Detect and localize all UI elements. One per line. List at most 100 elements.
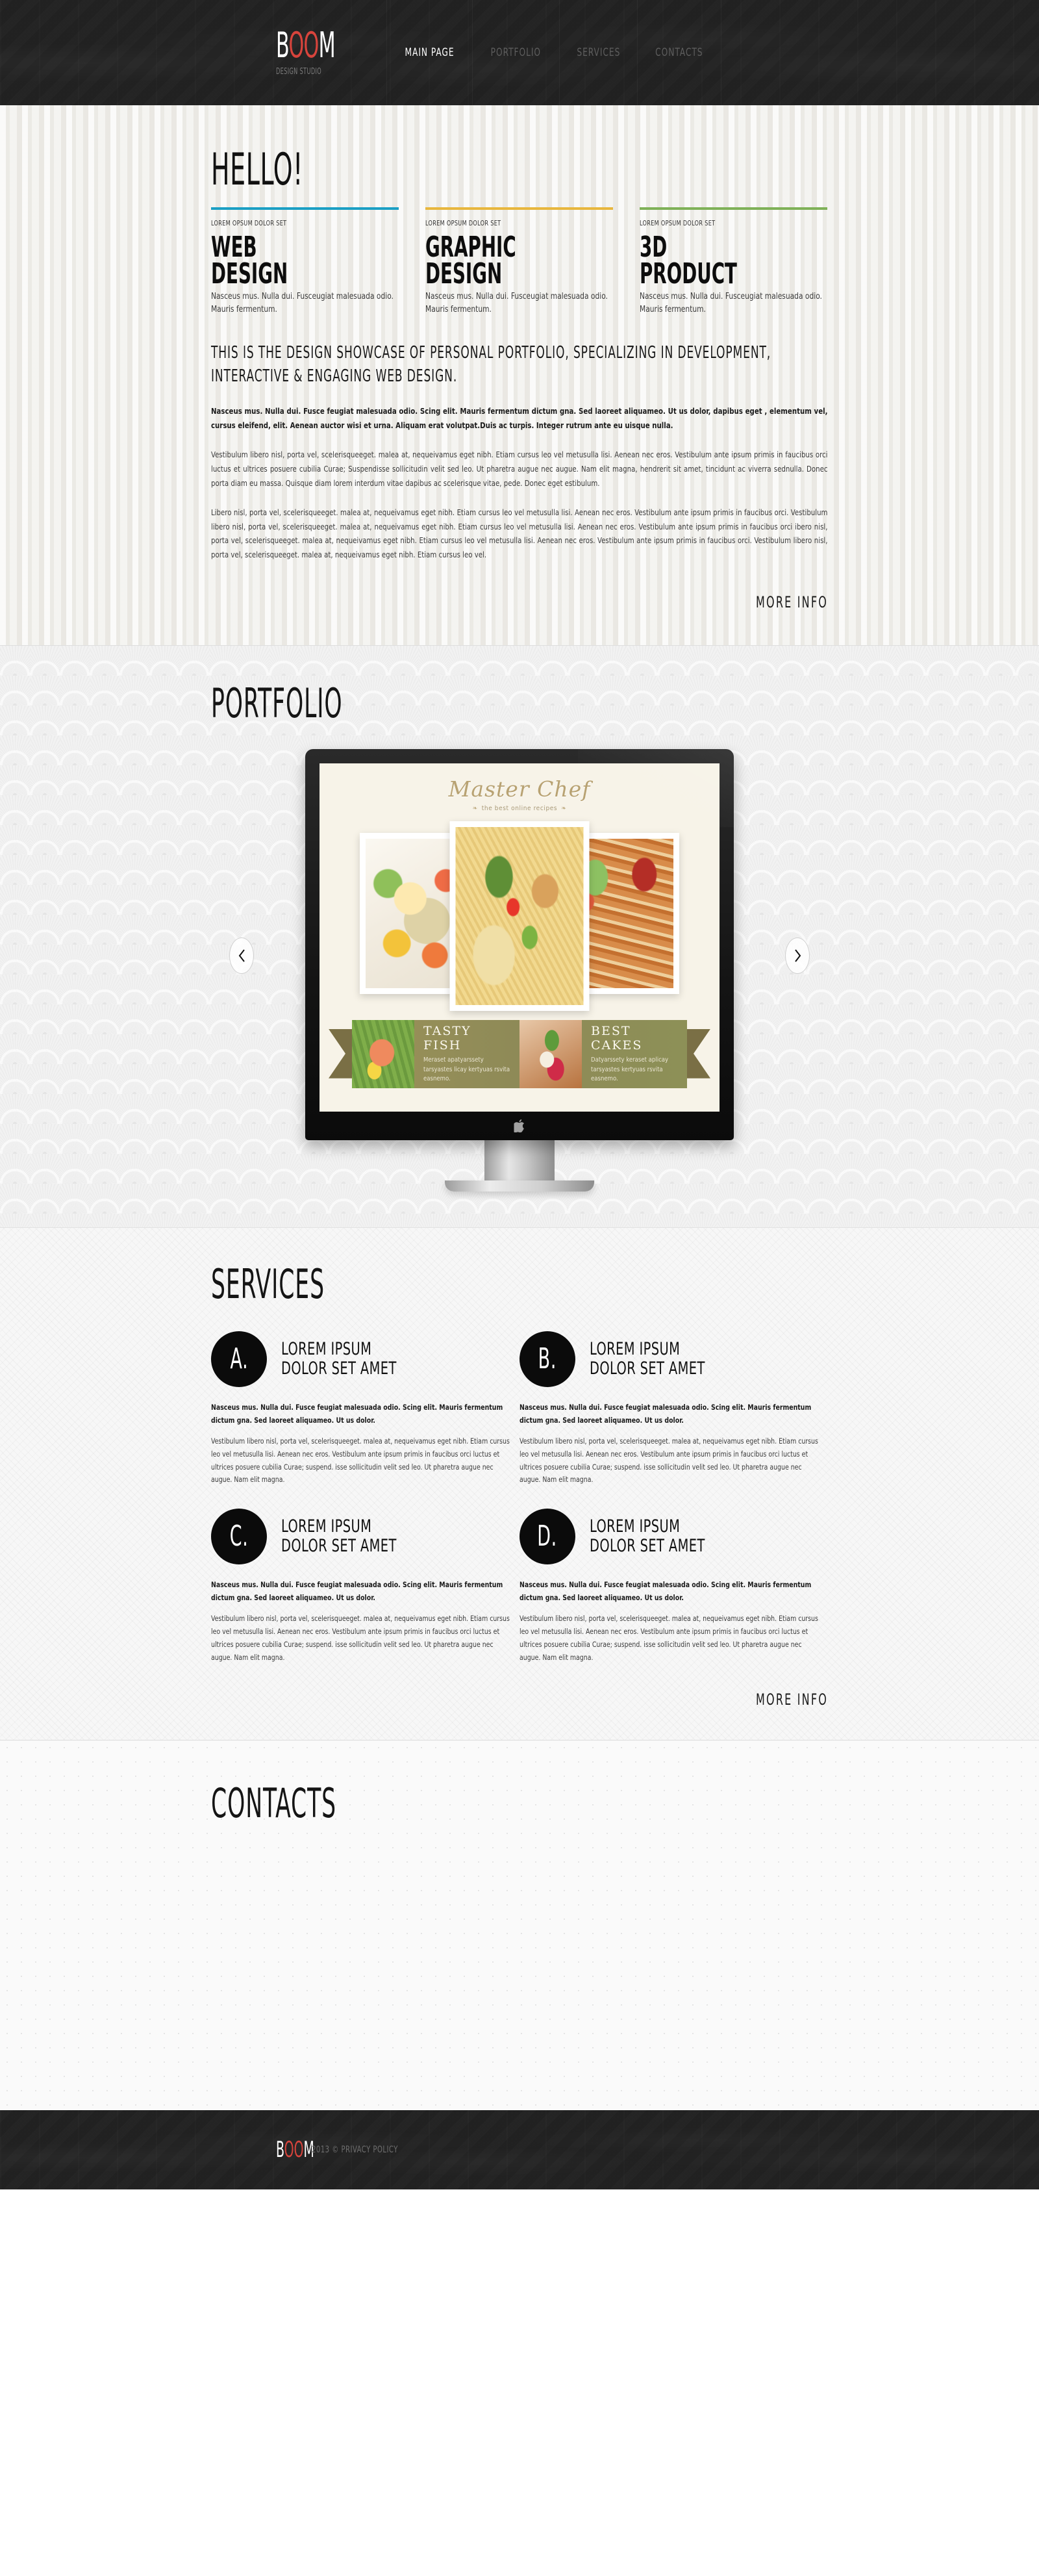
slider-prev-button[interactable]	[229, 937, 254, 974]
ribbon-cell-best-cakes[interactable]: BEST CAKES Datyarssety keraset aplicay t…	[520, 1019, 687, 1088]
showcase-gallery	[319, 821, 720, 1011]
nav-item-contacts[interactable]: CONTACTS	[637, 0, 722, 105]
showcase-brand-title: Master Chef	[448, 776, 591, 802]
showcase-ribbon: TASTY FISH Meraset apatyarssety tarsyast…	[319, 1019, 720, 1088]
service-lead-text: Nasceus mus. Nulla dui. Fusce feugiat ma…	[211, 1580, 503, 1603]
services-grid: A. LOREM IPSUM DOLOR SET AMET Nasceus mu…	[211, 1331, 828, 1687]
nav-item-services[interactable]: SERVICES	[558, 0, 638, 105]
column-kicker: LOREM OPSUM DOLOR SET	[211, 219, 287, 227]
service-lead-text: Nasceus mus. Nulla dui. Fusce feugiat ma…	[520, 1402, 812, 1425]
footer-copyright-privacy-link[interactable]: 2013 © PRIVACY POLICY	[312, 2145, 398, 2155]
leaf-ornament-right-icon: ❧	[561, 804, 567, 812]
service-lead-text: Nasceus mus. Nulla dui. Fusce feugiat ma…	[520, 1580, 812, 1603]
ribbon-cell-tasty-fish[interactable]: TASTY FISH Meraset apatyarssety tarsyast…	[352, 1019, 520, 1088]
column-kicker: LOREM OPSUM DOLOR SET	[425, 219, 501, 227]
portfolio-section: PORTFOLIO Master Chef ❧ the best online …	[0, 644, 1039, 1227]
chevron-left-icon	[238, 949, 245, 962]
service-text-block: Nasceus mus. Nulla dui. Fusce feugiat ma…	[211, 1401, 515, 1487]
column-rule-green	[640, 207, 827, 210]
slider-next-button[interactable]	[785, 937, 810, 974]
brand-logo[interactable]: BOOM DESIGN STUDIO	[211, 28, 360, 77]
showcase-brand-subtitle-text: the best online recipes	[481, 804, 558, 812]
service-item-a: A. LOREM IPSUM DOLOR SET AMET Nasceus mu…	[211, 1331, 520, 1487]
ribbon-thumb-salmon	[352, 1019, 414, 1088]
service-badge-letter: B.	[538, 1342, 557, 1375]
showcase-photo-center	[449, 821, 590, 1011]
ribbon-description: Meraset apatyarssety tarsyastes licay ke…	[423, 1056, 510, 1082]
service-badge-letter: A.	[230, 1342, 248, 1375]
hero-column-3d-product: LOREM OPSUM DOLOR SET 3D PRODUCT Nasceus…	[640, 207, 827, 316]
service-title: LOREM IPSUM DOLOR SET AMET	[590, 1338, 705, 1379]
column-rule-yellow	[425, 207, 613, 210]
main-navigation: MAIN PAGE PORTFOLIO SERVICES CONTACTS	[386, 0, 722, 105]
hero-paragraph-two: Libero nisl, porta vel, scelerisqueeget.…	[211, 507, 828, 560]
footer-logo-part-oo: OO	[284, 2137, 304, 2163]
hero-column-graphic-design: LOREM OPSUM DOLOR SET GRAPHIC DESIGN Nas…	[425, 207, 613, 316]
nav-item-portfolio[interactable]: PORTFOLIO	[472, 0, 559, 105]
service-badge-c: C.	[211, 1509, 267, 1565]
column-title: 3D PRODUCT	[640, 231, 737, 290]
monitor-bezel: Master Chef ❧the best online recipes❧	[305, 748, 734, 1140]
nav-label-main-page: MAIN PAGE	[405, 46, 455, 59]
column-description: Nasceus mus. Nulla dui. Fusceugiat males…	[640, 291, 822, 314]
nav-label-contacts: CONTACTS	[655, 46, 703, 59]
column-description: Nasceus mus. Nulla dui. Fusceugiat males…	[425, 291, 608, 314]
ribbon-thumb-cake	[520, 1019, 582, 1088]
hero-column-web-design: LOREM OPSUM DOLOR SET WEB DESIGN Nasceus…	[211, 207, 399, 316]
services-section: SERVICES A. LOREM IPSUM DOLOR SET AMET N…	[0, 1227, 1039, 1741]
nav-label-services: SERVICES	[577, 46, 621, 59]
service-badge-a: A.	[211, 1331, 267, 1387]
service-item-d: D. LOREM IPSUM DOLOR SET AMET Nasceus mu…	[520, 1509, 828, 1664]
monitor-stand-neck	[484, 1140, 555, 1180]
nav-item-main-page[interactable]: MAIN PAGE	[386, 0, 472, 105]
logo-part-b: B	[276, 25, 289, 66]
hero-paragraph-one: Vestibulum libero nisl, porta vel, scele…	[211, 450, 828, 488]
service-body-text: Vestibulum libero nisl, porta vel, scele…	[211, 1614, 510, 1663]
service-body-text: Vestibulum libero nisl, porta vel, scele…	[520, 1614, 818, 1663]
hero-more-info-link[interactable]: MORE INFO	[211, 593, 828, 611]
monitor-stand-base	[445, 1180, 594, 1192]
hero-lead-statement: THIS IS THE DESIGN SHOWCASE OF PERSONAL …	[211, 343, 771, 386]
services-more-info-link[interactable]: MORE INFO	[211, 1690, 828, 1709]
service-item-b: B. LOREM IPSUM DOLOR SET AMET Nasceus mu…	[520, 1331, 828, 1487]
food-photo-noodles	[455, 826, 584, 1005]
portfolio-monitor-mockup[interactable]: Master Chef ❧the best online recipes❧	[305, 748, 734, 1192]
logo-part-oo: OO	[288, 25, 319, 66]
monitor-screen: Master Chef ❧the best online recipes❧	[319, 763, 720, 1112]
service-title: LOREM IPSUM DOLOR SET AMET	[281, 1516, 397, 1557]
footer-logo[interactable]: BOOM	[276, 2139, 314, 2161]
ribbon-body: TASTY FISH Meraset apatyarssety tarsyast…	[352, 1019, 687, 1088]
service-badge-letter: D.	[537, 1520, 558, 1553]
service-body-text: Vestibulum libero nisl, porta vel, scele…	[211, 1436, 510, 1485]
column-description: Nasceus mus. Nulla dui. Fusceugiat males…	[211, 291, 394, 314]
service-body-text: Vestibulum libero nisl, porta vel, scele…	[520, 1436, 818, 1485]
column-title: GRAPHIC DESIGN	[425, 231, 516, 290]
column-kicker: LOREM OPSUM DOLOR SET	[640, 219, 716, 227]
logo-wordmark: BOOM	[276, 28, 336, 63]
showcase-brand-subtitle: ❧ the best online recipes ❧	[319, 805, 720, 812]
leaf-ornament-left-icon: ❧	[472, 804, 478, 812]
service-text-block: Nasceus mus. Nulla dui. Fusce feugiat ma…	[520, 1579, 823, 1664]
service-title: LOREM IPSUM DOLOR SET AMET	[281, 1338, 397, 1379]
portfolio-title: PORTFOLIO	[211, 679, 343, 727]
logo-part-m: M	[318, 25, 336, 66]
hero-columns: LOREM OPSUM DOLOR SET WEB DESIGN Nasceus…	[211, 207, 828, 316]
portfolio-slider: Master Chef ❧the best online recipes❧	[211, 748, 828, 1204]
apple-logo-icon	[514, 1119, 525, 1132]
site-header: BOOM DESIGN STUDIO MAIN PAGE PORTFOLIO S…	[0, 0, 1039, 105]
page-root: BOOM DESIGN STUDIO MAIN PAGE PORTFOLIO S…	[0, 0, 1039, 2190]
site-footer: BOOM 2013 © PRIVACY POLICY	[0, 2110, 1039, 2190]
service-title: LOREM IPSUM DOLOR SET AMET	[590, 1516, 705, 1557]
service-item-c: C. LOREM IPSUM DOLOR SET AMET Nasceus mu…	[211, 1509, 520, 1664]
service-text-block: Nasceus mus. Nulla dui. Fusce feugiat ma…	[520, 1401, 823, 1487]
footer-logo-part-b: B	[276, 2137, 284, 2163]
chevron-right-icon	[794, 949, 801, 962]
logo-tagline: DESIGN STUDIO	[276, 66, 322, 77]
column-title: WEB DESIGN	[211, 231, 288, 290]
service-badge-b: B.	[520, 1331, 575, 1387]
column-rule-blue	[211, 207, 399, 210]
service-badge-d: D.	[520, 1509, 575, 1565]
services-more-info-label: MORE INFO	[755, 1690, 828, 1709]
ribbon-description: Datyarssety keraset aplicay tarsyastes k…	[591, 1056, 669, 1082]
ribbon-title: TASTY FISH	[423, 1024, 471, 1053]
